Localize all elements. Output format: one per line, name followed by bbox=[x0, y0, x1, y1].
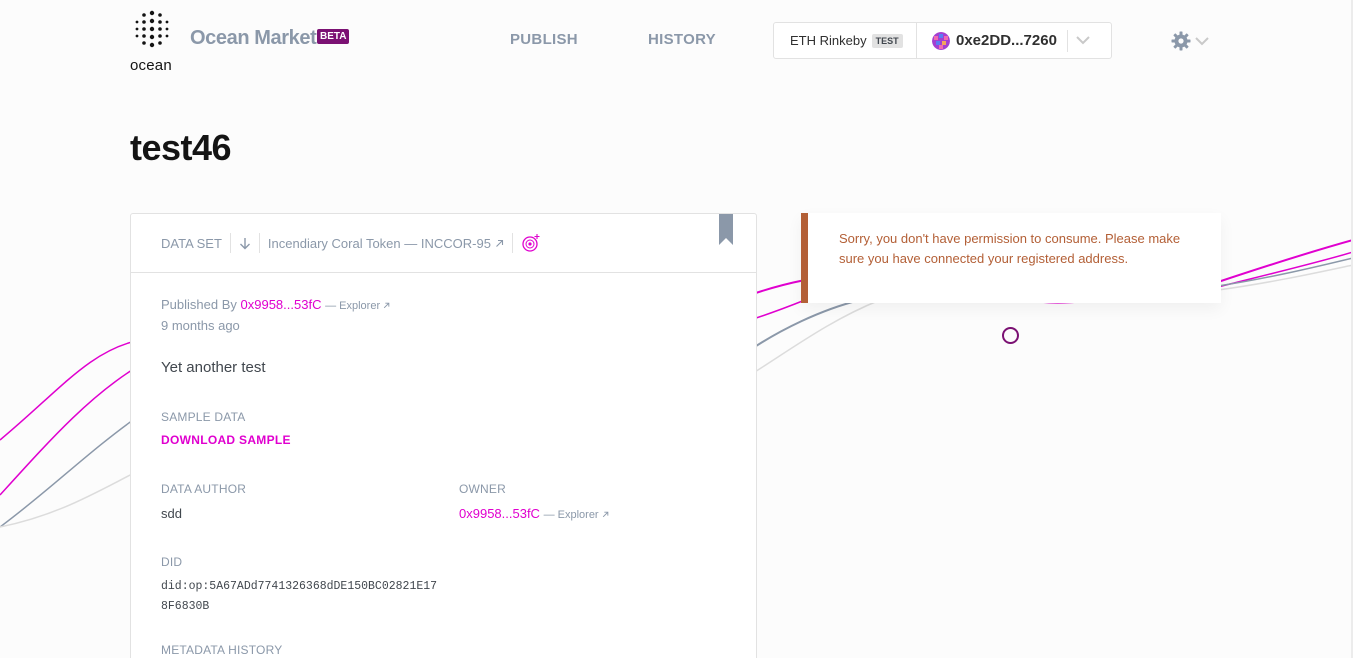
did-label: DID bbox=[161, 555, 183, 569]
published-by: Published By 0x9958...53fC — Explorer bbox=[161, 295, 726, 316]
datatoken-link[interactable]: Incendiary Coral Token — INCCOR-95 bbox=[268, 236, 504, 251]
publisher-address-link[interactable]: 0x9958...53fC bbox=[241, 297, 322, 312]
owner-explorer-link[interactable]: — Explorer bbox=[544, 509, 609, 521]
page-title: test46 bbox=[130, 127, 232, 168]
download-sample-button[interactable]: DOWNLOAD SAMPLE bbox=[161, 433, 291, 447]
account-avatar-icon bbox=[932, 31, 950, 50]
chevron-down-icon bbox=[1076, 36, 1090, 45]
datatoken-icon[interactable] bbox=[521, 233, 541, 253]
external-link-icon bbox=[602, 511, 608, 518]
publisher-explorer-link[interactable]: — Explorer bbox=[325, 300, 390, 312]
alert-accent-bar bbox=[801, 213, 808, 303]
brand-name[interactable]: Ocean Market bbox=[190, 27, 317, 50]
network-test-badge: TEST bbox=[871, 33, 903, 48]
beta-badge: BETA bbox=[317, 29, 350, 44]
external-link-icon bbox=[495, 239, 503, 247]
published-by-label: Published By bbox=[161, 297, 237, 312]
datatoken-name: Incendiary Coral Token — INCCOR-95 bbox=[267, 235, 491, 251]
logo-wordmark: ocean bbox=[130, 57, 172, 74]
permission-alert: Sorry, you don't have permission to cons… bbox=[801, 213, 1221, 303]
owner-label: OWNER bbox=[459, 482, 506, 496]
metadata-history-label: METADATA HISTORY bbox=[161, 643, 283, 657]
nav-history[interactable]: HISTORY bbox=[648, 31, 716, 48]
network-selector[interactable]: ETH Rinkeby TEST bbox=[774, 23, 917, 58]
sample-data-label: SAMPLE DATA bbox=[161, 410, 246, 424]
settings-button[interactable] bbox=[1171, 31, 1213, 51]
data-author-label: DATA AUTHOR bbox=[161, 482, 247, 496]
data-author-value: sdd bbox=[161, 506, 182, 521]
did-value: did:op:5A67ADd7741326368dDE150BC02821E17… bbox=[161, 580, 438, 613]
account-button[interactable]: 0xe2DD...7260 bbox=[917, 23, 1111, 58]
loader-icon bbox=[1002, 327, 1019, 344]
data-author: DATA AUTHOR sdd bbox=[161, 482, 246, 521]
published-date: 9 months ago bbox=[161, 318, 240, 333]
account-address: 0xe2DD...7260 bbox=[956, 32, 1057, 49]
owner-address-link[interactable]: 0x9958...53fC bbox=[459, 506, 540, 521]
divider bbox=[511, 233, 513, 253]
bookmark-icon[interactable] bbox=[719, 214, 733, 246]
asset-details: Published By 0x9958...53fC — Explorer 9 … bbox=[131, 273, 756, 658]
author-owner-row: DATA AUTHOR sdd OWNER 0x9958...53fC — Ex… bbox=[161, 482, 726, 542]
account-dropdown[interactable] bbox=[1068, 36, 1098, 45]
chevron-down-icon bbox=[1195, 36, 1209, 45]
arrow-down-icon bbox=[239, 237, 250, 249]
external-link-icon bbox=[384, 302, 390, 309]
divider bbox=[258, 233, 260, 253]
logo-icon[interactable] bbox=[130, 10, 174, 52]
owner: OWNER 0x9958...53fC — Explorer bbox=[459, 482, 609, 521]
header: ocean Ocean Market BETA PUBLISH HISTORY … bbox=[0, 0, 1353, 80]
explorer-label: — Explorer bbox=[543, 509, 599, 521]
nav-publish[interactable]: PUBLISH bbox=[510, 31, 578, 48]
explorer-label: — Explorer bbox=[325, 300, 381, 312]
alert-message: Sorry, you don't have permission to cons… bbox=[839, 231, 1181, 266]
gear-icon bbox=[1171, 31, 1191, 51]
divider bbox=[229, 233, 231, 253]
asset-type: DATA SET bbox=[161, 235, 222, 251]
did-section: DID did:op:5A67ADd7741326368dDE150BC0282… bbox=[161, 555, 726, 617]
network-name: ETH Rinkeby bbox=[790, 33, 867, 48]
wallet-widget: ETH Rinkeby TEST 0xe2DD...7260 bbox=[773, 22, 1112, 59]
asset-card: DATA SET Incendiary Coral Token — INCCOR… bbox=[130, 213, 757, 658]
asset-description: Yet another test bbox=[161, 359, 266, 376]
asset-meta-bar: DATA SET Incendiary Coral Token — INCCOR… bbox=[131, 214, 756, 273]
